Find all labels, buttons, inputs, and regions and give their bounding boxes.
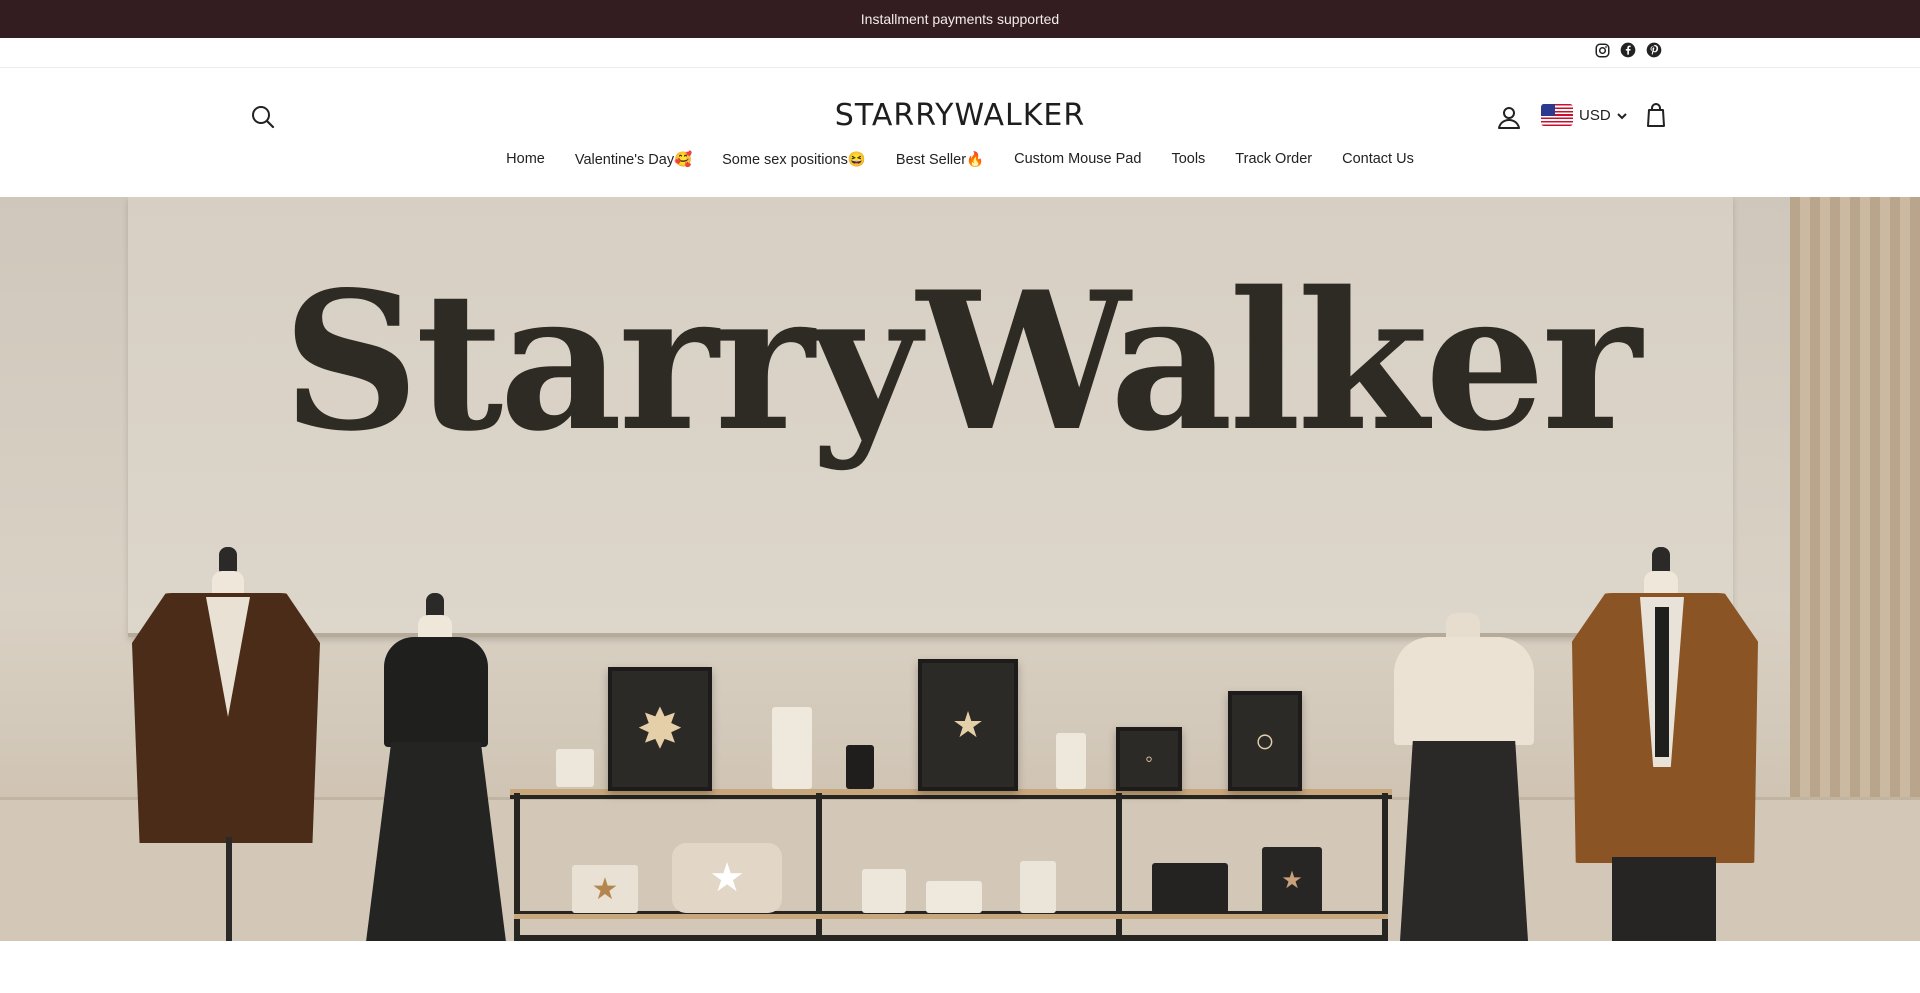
nav-item-custom-mouse-pad[interactable]: Custom Mouse Pad	[999, 151, 1156, 168]
nav-item-track-order[interactable]: Track Order	[1220, 151, 1327, 168]
main-nav: Home Valentine's Day🥰 Some sex positions…	[0, 151, 1920, 168]
hero-mug	[556, 749, 594, 787]
nav-item-best-seller[interactable]: Best Seller🔥	[881, 151, 999, 168]
announcement-bar: Installment payments supported	[0, 0, 1920, 38]
hero-star-pillow: ★	[672, 843, 782, 913]
currency-selector[interactable]: USD	[1541, 102, 1627, 128]
nav-item-home[interactable]: Home	[491, 151, 560, 168]
site-logo[interactable]: STARRYWALKER	[0, 98, 1920, 133]
nav-item-contact-us[interactable]: Contact Us	[1327, 151, 1429, 168]
nav-item-tools[interactable]: Tools	[1156, 151, 1220, 168]
hero-frame-star-large: ✸	[608, 667, 712, 791]
hero-bust	[1056, 733, 1086, 789]
hero-star-box: ★	[572, 865, 638, 913]
hero-title: StarryWalker	[282, 250, 1641, 473]
hero-frame-bracelet: ○	[1228, 691, 1302, 791]
nav-item-positions[interactable]: Some sex positions😆	[707, 151, 881, 168]
hero-cup	[846, 745, 874, 789]
account-icon[interactable]	[1496, 104, 1522, 130]
instagram-icon[interactable]	[1594, 42, 1610, 58]
social-links	[1594, 42, 1662, 58]
hero-jewelry-boxes	[1152, 863, 1228, 913]
hero-gift-box	[862, 869, 906, 913]
announcement-text: Installment payments supported	[860, 11, 1060, 27]
us-flag-icon	[1541, 104, 1573, 126]
hero-small-boxes	[926, 881, 982, 913]
hero-vase	[1020, 861, 1056, 913]
hero-banner[interactable]: StarryWalker ✸ ★ ◦ ○ ★ ★ ★	[0, 197, 1920, 941]
cart-icon[interactable]	[1643, 102, 1669, 128]
pinterest-icon[interactable]	[1646, 42, 1662, 58]
hero-star-jewelry-box: ★	[1262, 847, 1322, 913]
currency-code: USD	[1579, 106, 1611, 124]
hero-frame-necklace: ◦	[1116, 727, 1182, 791]
facebook-icon[interactable]	[1620, 42, 1636, 58]
social-row	[0, 38, 1920, 68]
hero-necklace-stand	[772, 707, 812, 789]
site-header: STARRYWALKER USD Home Valentine's Day🥰 S…	[0, 68, 1920, 196]
hero-frame-star: ★	[918, 659, 1018, 791]
chevron-down-icon	[1616, 107, 1627, 124]
nav-item-valentines-day[interactable]: Valentine's Day🥰	[560, 151, 707, 168]
